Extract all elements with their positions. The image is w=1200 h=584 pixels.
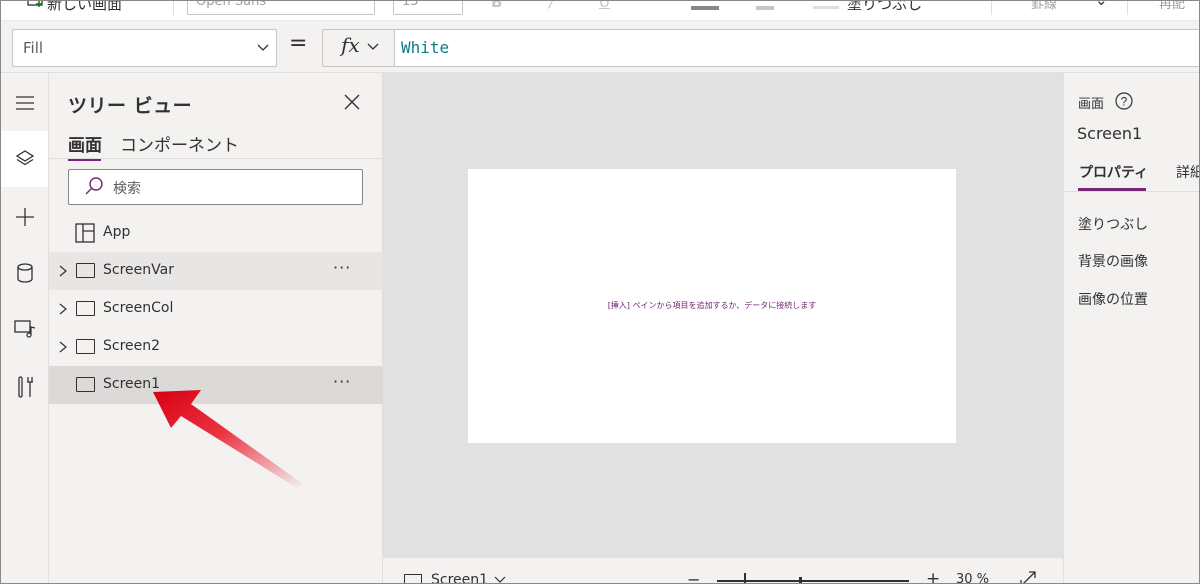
- zoom-in-button[interactable]: +: [926, 569, 940, 583]
- properties-panel: 画面 ? Screen1 プロパティ 詳細 塗りつぶし 背景の画像 画像の位置: [1063, 73, 1199, 583]
- screen-selector[interactable]: Screen1: [431, 572, 488, 583]
- property-background-image[interactable]: 背景の画像: [1078, 251, 1148, 271]
- tree-view-title: ツリー ビュー: [68, 95, 193, 117]
- font-name-select[interactable]: Open Sans: [187, 1, 375, 15]
- zoom-out-button[interactable]: −: [687, 570, 700, 583]
- chevron-down-icon: [257, 44, 269, 51]
- status-bar: Screen1 − + 30 %: [383, 557, 1063, 584]
- screen-icon: [76, 377, 95, 392]
- formula-input[interactable]: White: [394, 29, 1199, 67]
- ribbon-divider: [1127, 1, 1128, 15]
- equals-sign: =: [289, 31, 308, 56]
- advanced-tools-button[interactable]: [1, 359, 48, 415]
- underline-button[interactable]: U: [599, 1, 610, 11]
- property-value: Fill: [23, 39, 44, 57]
- menu-button[interactable]: [1, 75, 48, 131]
- new-screen-button[interactable]: 新しい画面: [47, 1, 122, 14]
- more-options-icon[interactable]: ···: [333, 372, 351, 391]
- chevron-down-icon: [367, 43, 379, 50]
- new-screen-icon: [27, 1, 43, 7]
- design-canvas[interactable]: [挿入] ペインから項目を追加するか、データに接続します: [383, 73, 1063, 557]
- tabs-divider: [1064, 191, 1199, 192]
- left-rail: [1, 73, 49, 583]
- tree-item-label: Screen2: [103, 338, 161, 354]
- search-icon: [85, 177, 103, 195]
- selected-type: 画面: [1078, 97, 1105, 112]
- search-placeholder: 検索: [113, 181, 141, 197]
- tree-item-label: App: [103, 224, 131, 240]
- tree-view-button[interactable]: [1, 131, 48, 187]
- app-icon: [75, 223, 95, 243]
- zoom-slider-thumb[interactable]: [744, 573, 746, 583]
- font-size-select[interactable]: 13: [393, 1, 463, 15]
- layers-icon: [15, 150, 34, 166]
- tree-item-screencol[interactable]: ScreenCol: [49, 290, 383, 328]
- align-icon[interactable]: [756, 6, 774, 10]
- tab-screens[interactable]: 画面: [68, 131, 102, 156]
- screen-preview[interactable]: [挿入] ペインから項目を追加するか、データに接続します: [468, 169, 956, 443]
- border-chevron-icon[interactable]: ⌄: [1095, 1, 1108, 9]
- database-icon: [16, 263, 33, 283]
- svg-text:?: ?: [1121, 95, 1128, 109]
- bold-button[interactable]: B: [491, 1, 502, 11]
- fill-swatch[interactable]: [813, 6, 839, 9]
- screen-icon: [76, 301, 95, 316]
- tools-icon: [17, 376, 33, 398]
- tree-view-panel: ツリー ビュー 画面 コンポーネント 検索 App ScreenVar ··· …: [49, 73, 383, 583]
- chevron-right-icon[interactable]: [57, 340, 69, 354]
- fill-button[interactable]: 塗りつぶし: [847, 1, 922, 14]
- function-button[interactable]: fx: [322, 29, 394, 67]
- tree-item-screen2[interactable]: Screen2: [49, 328, 383, 366]
- zoom-default-mark: [799, 577, 802, 583]
- property-fill[interactable]: 塗りつぶし: [1078, 214, 1148, 234]
- media-button[interactable]: [1, 301, 48, 357]
- tabs-divider: [49, 158, 383, 159]
- data-button[interactable]: [1, 245, 48, 301]
- annotation-arrow-icon: [153, 390, 303, 488]
- reorder-button[interactable]: 再配: [1159, 1, 1185, 12]
- hamburger-icon: [15, 96, 34, 110]
- zoom-value: 30 %: [956, 572, 990, 584]
- property-dropdown[interactable]: Fill: [12, 29, 277, 67]
- search-input[interactable]: 検索: [68, 169, 363, 205]
- tab-advanced[interactable]: 詳細: [1176, 162, 1199, 182]
- ribbon-divider: [173, 1, 174, 15]
- fx-icon: fx: [341, 33, 360, 57]
- tree-item-app[interactable]: App: [49, 214, 383, 252]
- border-button[interactable]: 罫線: [1031, 1, 1057, 12]
- ribbon-toolbar: 新しい画面 Open Sans 13 B / U 塗りつぶし 罫線 ⌄ 再配: [1, 1, 1199, 21]
- chevron-right-icon[interactable]: [57, 264, 69, 278]
- tab-components[interactable]: コンポーネント: [120, 131, 239, 156]
- tab-properties[interactable]: プロパティ: [1079, 162, 1148, 182]
- media-icon: [13, 320, 35, 338]
- screen-icon: [76, 263, 95, 278]
- property-image-position[interactable]: 画像の位置: [1078, 289, 1148, 309]
- formula-text: White: [401, 38, 450, 57]
- tree-item-label: ScreenVar: [103, 262, 174, 278]
- insert-button[interactable]: [1, 189, 48, 245]
- ribbon-divider: [991, 1, 992, 15]
- chevron-down-icon[interactable]: [493, 575, 507, 584]
- screen-icon: [404, 574, 422, 583]
- more-options-icon[interactable]: ···: [333, 258, 351, 277]
- chevron-right-icon[interactable]: [57, 302, 69, 316]
- plus-icon: [15, 208, 34, 226]
- formula-bar: Fill = fx White: [1, 21, 1199, 73]
- fit-to-window-icon[interactable]: [1019, 570, 1037, 584]
- close-icon[interactable]: [343, 93, 361, 111]
- help-icon[interactable]: ?: [1114, 91, 1134, 111]
- italic-button[interactable]: /: [549, 1, 554, 11]
- screen-icon: [76, 339, 95, 354]
- selected-name: Screen1: [1077, 124, 1143, 143]
- text-align-icon[interactable]: [691, 6, 719, 10]
- tree-item-screenvar[interactable]: ScreenVar ···: [49, 252, 383, 290]
- tree-item-label: ScreenCol: [103, 300, 174, 316]
- canvas-hint: [挿入] ペインから項目を追加するか、データに接続します: [607, 301, 817, 310]
- app-window: 新しい画面 Open Sans 13 B / U 塗りつぶし 罫線 ⌄ 再配 F…: [0, 0, 1200, 584]
